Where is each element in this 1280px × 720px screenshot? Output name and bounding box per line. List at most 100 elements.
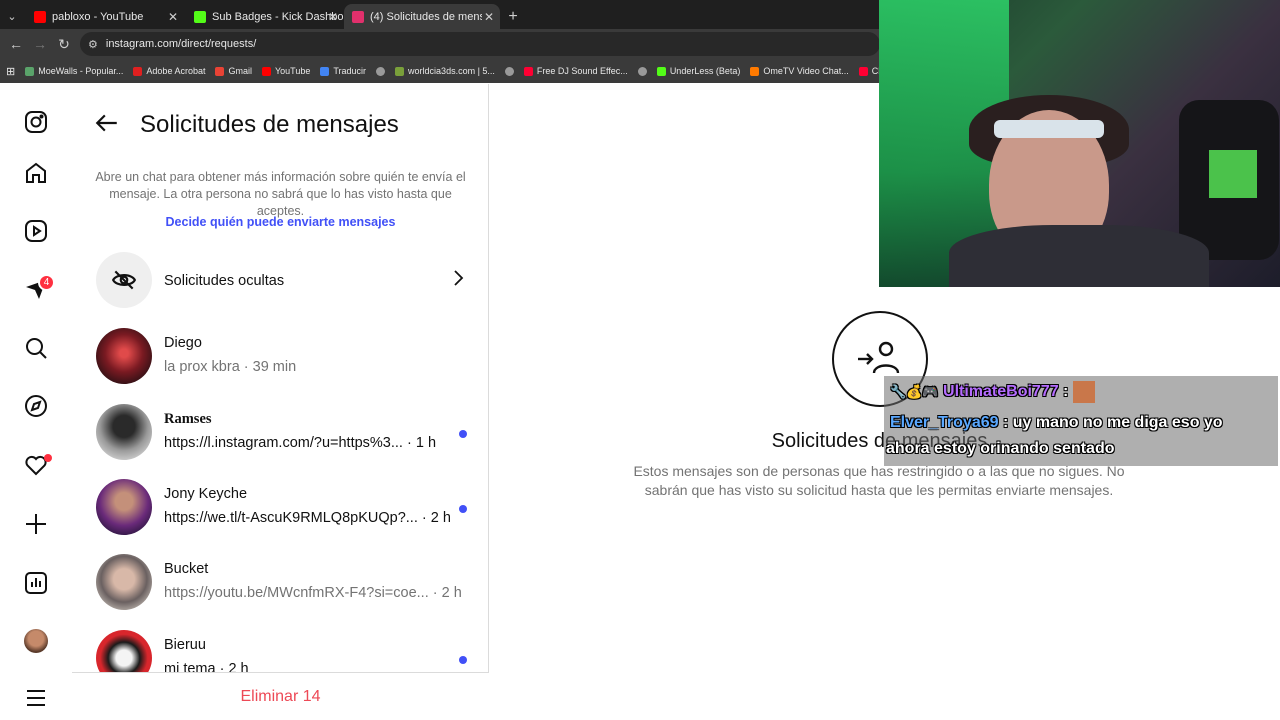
reload-icon[interactable]: ↻ — [52, 36, 76, 53]
bookmark-item[interactable]: Gmail — [215, 66, 252, 76]
webcam-streamer-shirt — [949, 225, 1209, 287]
close-tab-icon[interactable]: ✕ — [328, 10, 338, 24]
chevron-right-icon — [452, 268, 466, 294]
back-icon[interactable]: ← — [4, 36, 28, 52]
bookmark-favicon-icon — [376, 66, 386, 76]
home-icon[interactable] — [22, 159, 50, 187]
bookmark-label: MoeWalls - Popular... — [38, 66, 124, 76]
bookmark-favicon-icon — [261, 66, 271, 76]
request-name: Bieruu — [164, 637, 206, 653]
apps-icon[interactable]: ⊞ — [6, 65, 15, 78]
bookmark-label: OmeTV Video Chat... — [763, 66, 849, 76]
bookmark-favicon-icon — [750, 66, 760, 76]
profile-avatar[interactable] — [22, 627, 50, 655]
bookmark-favicon-icon — [320, 66, 330, 76]
bookmark-item[interactable]: UnderLess (Beta) — [656, 66, 741, 76]
dashboard-icon[interactable] — [22, 569, 50, 597]
youtube-favicon-icon — [34, 10, 46, 23]
bookmark-favicon-icon — [523, 66, 533, 76]
bookmark-item[interactable] — [504, 66, 514, 76]
avatar — [96, 328, 152, 384]
bookmark-label: Gmail — [228, 66, 252, 76]
eye-off-icon — [96, 252, 152, 308]
chat-message: 🔧💰🎮 UltimateBoi777 : — [890, 381, 1095, 403]
instagram-favicon-icon — [352, 10, 364, 23]
bookmark-label: Free DJ Sound Effec... — [536, 66, 628, 76]
site-info-icon[interactable]: ⚙ — [88, 38, 98, 51]
close-tab-icon[interactable]: ✕ — [168, 10, 178, 24]
screen: { "browser": { "tabs": [ {"label": "pabl… — [0, 0, 1280, 720]
request-item[interactable]: Ramses https://l.instagram.com/?u=https%… — [96, 402, 467, 462]
request-item[interactable]: Diego la prox kbra · 39 min — [96, 326, 466, 386]
chat-message: Elver_Troya69 : uy mano no me diga eso y… — [890, 414, 1223, 432]
page-title: Solicitudes de mensajes — [140, 111, 399, 138]
webcam-overlay — [879, 0, 1280, 287]
request-preview: https://youtu.be/MWcnfmRX-F4?si=coe... ·… — [164, 585, 462, 601]
bookmark-favicon-icon — [133, 66, 143, 76]
requests-description: Abre un chat para obtener más informació… — [95, 170, 466, 218]
new-tab-button[interactable]: + — [504, 4, 522, 29]
bookmark-favicon-icon — [637, 66, 647, 76]
tab-label: pabloxo - YouTube — [52, 10, 144, 23]
request-item[interactable]: Bucket https://youtu.be/MWcnfmRX-F4?si=c… — [96, 552, 466, 612]
bookmark-favicon-icon — [25, 66, 35, 76]
url-field[interactable]: ⚙ instagram.com/direct/requests/ — [80, 32, 880, 56]
bookmark-item[interactable]: Traducir — [320, 66, 366, 76]
tab-search-dropdown[interactable]: ⌄ — [4, 4, 20, 29]
browser-tab[interactable]: Sub Badges - Kick Dashboard ✕ — [186, 4, 344, 29]
notification-badge: 4 — [38, 274, 55, 291]
hidden-requests-row[interactable]: Solicitudes ocultas — [96, 252, 466, 310]
bookmark-item[interactable] — [376, 66, 386, 76]
browser-tab[interactable]: pabloxo - YouTube ✕ — [26, 4, 184, 29]
bookmark-favicon-icon — [858, 66, 868, 76]
bookmark-favicon-icon — [656, 66, 666, 76]
bookmark-item[interactable] — [637, 66, 647, 76]
chat-username: Elver_Troya69 — [890, 414, 999, 431]
empty-state-description: Estos mensajes son de personas que has r… — [633, 463, 1125, 498]
request-preview: https://we.tl/t-AscuK9RMLQ8pKUQp?... · 2… — [164, 510, 451, 526]
search-icon[interactable] — [22, 334, 50, 362]
back-arrow-icon[interactable] — [94, 110, 120, 143]
bookmark-favicon-icon — [215, 66, 225, 76]
left-nav-rail: 4 — [0, 84, 72, 720]
request-preview: https://l.instagram.com/?u=https%3... · … — [164, 435, 437, 451]
bookmark-item[interactable]: worldcia3ds.com | 5... — [395, 66, 495, 76]
browser-tab-active[interactable]: (4) Solicitudes de mensajes • M ✕ — [344, 4, 500, 29]
notification-dot — [44, 454, 52, 462]
unread-dot — [459, 656, 467, 664]
request-item[interactable]: Jony Keyche https://we.tl/t-AscuK9RMLQ8p… — [96, 477, 467, 537]
bookmark-item[interactable]: YouTube — [261, 66, 311, 76]
chat-username: UltimateBoi777 — [943, 383, 1059, 401]
bookmark-label: worldcia3ds.com | 5... — [408, 66, 495, 76]
reels-icon[interactable] — [22, 217, 50, 245]
unread-dot — [459, 430, 467, 438]
delete-all-button[interactable]: Eliminar 14 — [72, 672, 489, 720]
requests-panel: Solicitudes de mensajes Abre un chat par… — [72, 84, 489, 720]
instagram-icon[interactable] — [22, 108, 50, 136]
tab-label: (4) Solicitudes de mensajes • M — [370, 10, 482, 23]
bookmark-item[interactable]: MoeWalls - Popular... — [25, 66, 123, 76]
decide-who-can-message-link[interactable]: Decide quién puede enviarte mensajes — [72, 215, 489, 229]
chat-separator: : — [1058, 383, 1069, 401]
request-name: Ramses — [164, 411, 212, 427]
bookmark-label: YouTube — [274, 66, 311, 76]
stream-chat-overlay: 🔧💰🎮 UltimateBoi777 : Elver_Troya69 : uy … — [884, 376, 1278, 466]
avatar — [96, 479, 152, 535]
explore-icon[interactable] — [22, 392, 50, 420]
menu-icon[interactable] — [22, 684, 50, 712]
bookmark-label: Traducir — [333, 66, 367, 76]
webcam-creeper-pillow — [1209, 150, 1257, 198]
bookmark-item[interactable]: Adobe Acrobat — [133, 66, 205, 76]
unread-dot — [459, 505, 467, 513]
forward-icon[interactable]: → — [28, 36, 52, 52]
webcam-headband — [994, 120, 1104, 138]
url-text: instagram.com/direct/requests/ — [105, 38, 257, 50]
close-tab-icon[interactable]: ✕ — [484, 10, 494, 24]
bookmark-item[interactable]: OmeTV Video Chat... — [750, 66, 849, 76]
bookmark-label: UnderLess (Beta) — [669, 66, 741, 76]
bookmark-label: Adobe Acrobat — [146, 66, 206, 76]
create-icon[interactable] — [22, 510, 50, 538]
chat-message-continued: ahora estoy orinando sentado — [886, 440, 1115, 457]
bookmark-item[interactable]: Free DJ Sound Effec... — [523, 66, 628, 76]
chat-emote-icon — [1072, 381, 1095, 403]
